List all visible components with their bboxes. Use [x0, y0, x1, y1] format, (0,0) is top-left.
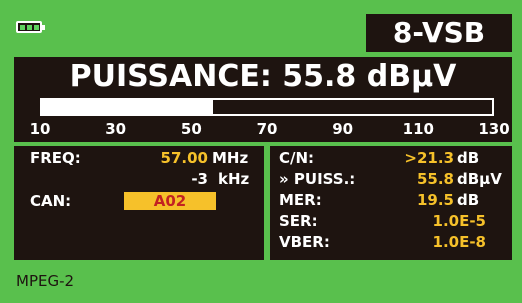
battery-cell [27, 25, 32, 30]
vber-value: 1.0E-8 [432, 233, 486, 251]
battery-icon [16, 21, 45, 33]
scale-label: 30 [105, 120, 127, 138]
power-panel: PUISSANCE: 55.8 dBµV 10 30 50 70 90 110 130 [14, 57, 512, 142]
cn-value: >21.3 [404, 149, 454, 167]
scale-label: 70 [256, 120, 278, 138]
scale-label: 110 [402, 120, 434, 138]
cn-label: C/N: [279, 149, 315, 167]
freq-unit: MHz [212, 149, 249, 167]
channel-label: CAN: [30, 192, 72, 210]
modulation-mode: 8-VSB [366, 14, 512, 52]
cn-unit: dB [457, 149, 480, 167]
freq-label: FREQ: [30, 149, 81, 167]
battery-terminal [42, 25, 45, 30]
power-label: » PUISS.: [279, 170, 356, 188]
measurements-panel: C/N: >21.3 dB » PUISS.: 55.8 dBµV MER: 1… [270, 146, 512, 260]
scale-label: 90 [332, 120, 354, 138]
ser-value: 1.0E-5 [432, 212, 486, 230]
meter-screen: 8-VSB PUISSANCE: 55.8 dBµV 10 30 50 70 90 110… [0, 0, 522, 303]
power-title: PUISSANCE: 55.8 dBµV [69, 59, 457, 94]
power-level-bar [40, 98, 494, 116]
scale-label: 10 [29, 120, 51, 138]
ser-label: SER: [279, 212, 318, 230]
stream-type: MPEG-2 [16, 272, 75, 290]
scale-label: 130 [478, 120, 510, 138]
scale-label: 50 [180, 120, 202, 138]
mer-label: MER: [279, 191, 322, 209]
mer-value: 19.5 [416, 191, 454, 209]
channel-value[interactable]: A02 [124, 192, 216, 210]
offset-value: -3 [191, 170, 208, 188]
tuning-panel: FREQ: 57.00 MHz -3 kHz CAN: A02 [14, 146, 264, 260]
power-unit: dBµV [457, 170, 502, 188]
offset-unit: kHz [218, 170, 250, 188]
mer-unit: dB [457, 191, 480, 209]
battery-cell [20, 25, 25, 30]
battery-cell [34, 25, 39, 30]
power-value: 55.8 [416, 170, 454, 188]
vber-label: VBER: [279, 233, 330, 251]
freq-value[interactable]: 57.00 [161, 149, 208, 168]
power-level-fill [42, 100, 213, 114]
